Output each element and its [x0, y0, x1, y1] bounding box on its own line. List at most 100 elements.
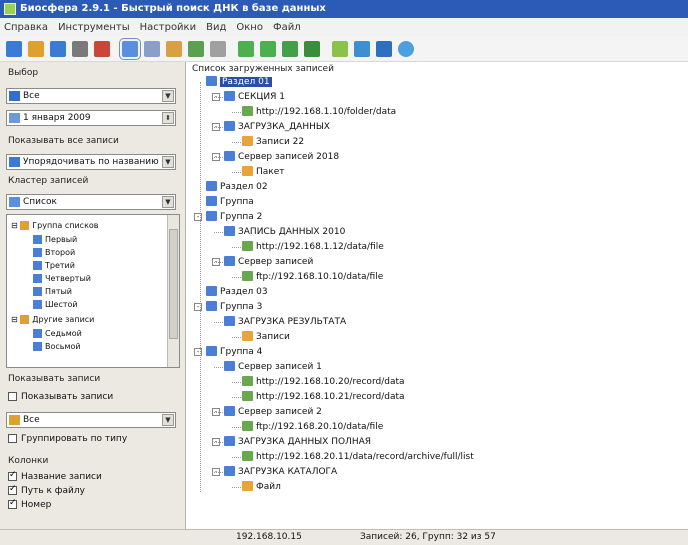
link-icon: [242, 391, 253, 401]
tree-connector: [232, 247, 241, 248]
tree-node[interactable]: http://192.168.1.10/folder/data: [242, 106, 396, 118]
cluster-tree-node[interactable]: Второй: [33, 248, 75, 257]
print-icon[interactable]: [72, 40, 88, 57]
tree-node[interactable]: Пакет: [242, 166, 285, 178]
tree-node[interactable]: ЗАПИСЬ ДАННЫХ 2010: [224, 226, 345, 238]
item-icon: [33, 261, 42, 270]
tree-green-1-icon[interactable]: [238, 40, 254, 57]
tree-node[interactable]: Раздел 01: [206, 76, 272, 88]
undo-icon[interactable]: [188, 40, 204, 57]
chevron-down-icon[interactable]: ▼: [162, 90, 174, 102]
tree-connector: [214, 127, 223, 128]
scrollbar-thumb[interactable]: [169, 229, 178, 339]
tree-node[interactable]: Раздел 03: [206, 286, 268, 298]
tree-node[interactable]: - Группа 4: [194, 346, 262, 358]
tree-node[interactable]: http://192.168.10.20/record/data: [242, 376, 405, 388]
filter-select[interactable]: Упорядочивать по названию ▼: [6, 154, 176, 170]
chevron-down-icon[interactable]: ▼: [162, 196, 174, 208]
filter-icon[interactable]: [332, 40, 348, 57]
copy-icon[interactable]: [144, 40, 160, 57]
tree-node[interactable]: - Сервер записей: [212, 256, 313, 268]
date-field[interactable]: 1 января 2009 ⬍: [6, 110, 176, 126]
title-bar: Биосфера 2.9.1 - Быстрый поиск ДНК в баз…: [0, 0, 688, 18]
tree-node[interactable]: Раздел 02: [206, 181, 268, 193]
link-icon: [242, 451, 253, 461]
tree-node-label: Сервер записей 1: [238, 362, 322, 372]
column-checkbox[interactable]: Путь к файлу: [8, 484, 85, 496]
tree-node-label: Раздел 03: [220, 287, 268, 297]
tree-node[interactable]: - Группа 3: [194, 301, 262, 313]
cluster-tree-node[interactable]: Седьмой: [33, 329, 82, 338]
menu-item-view[interactable]: Вид: [206, 22, 226, 33]
select-icon[interactable]: [119, 37, 141, 60]
tree-node[interactable]: http://192.168.1.12/data/file: [242, 241, 384, 253]
menu-item-window[interactable]: Окно: [236, 22, 263, 33]
app-icon: [4, 3, 16, 15]
tree-green-2-icon[interactable]: [260, 40, 276, 57]
tree-node[interactable]: Группа: [206, 196, 254, 208]
cut-icon[interactable]: [94, 40, 110, 57]
tree-node-label: Группа: [220, 197, 254, 207]
open-icon[interactable]: [28, 40, 44, 57]
cluster-tree-node[interactable]: Пятый: [33, 287, 72, 296]
tree-connector: [214, 367, 223, 368]
tree-node[interactable]: - ЗАГРУЗКА ДАННЫХ ПОЛНАЯ: [212, 436, 371, 448]
tree-node[interactable]: ЗАГРУЗКА РЕЗУЛЬТАТА: [224, 316, 346, 328]
help-icon[interactable]: [398, 40, 414, 57]
new-icon[interactable]: [6, 40, 22, 57]
tree-green-3-icon[interactable]: [282, 40, 298, 57]
show-records-checkbox[interactable]: Показывать записи: [8, 392, 113, 402]
cluster-tree-node[interactable]: Четвертый: [33, 274, 91, 283]
tree-connector: [232, 172, 241, 173]
tree-node[interactable]: Записи 22: [242, 136, 304, 148]
cluster-tree-node[interactable]: Восьмой: [33, 342, 81, 351]
tree-node[interactable]: ftp://192.168.20.10/data/file: [242, 421, 383, 433]
column-checkbox[interactable]: Название записи: [8, 470, 102, 482]
tree-node[interactable]: - СЕКЦИЯ 1: [212, 91, 285, 103]
tree-node[interactable]: http://192.168.10.21/record/data: [242, 391, 405, 403]
view-select[interactable]: Список ▼: [6, 194, 176, 210]
tree-connector: [232, 112, 241, 113]
zoom-icon[interactable]: [376, 40, 392, 57]
save-icon[interactable]: [50, 40, 66, 57]
tree-node[interactable]: http://192.168.20.11/data/record/archive…: [242, 451, 474, 463]
computer-icon: [9, 91, 20, 101]
cluster-tree-node[interactable]: Первый: [33, 235, 77, 244]
menu-item-tools[interactable]: Инструменты: [58, 22, 130, 33]
cluster-tree-node[interactable]: ⊟ Группа списков: [11, 221, 99, 230]
refresh-icon[interactable]: [354, 40, 370, 57]
sort-select[interactable]: Все ▼: [6, 412, 176, 428]
tree-node[interactable]: Файл: [242, 481, 281, 493]
tree-node[interactable]: Сервер записей 1: [224, 361, 322, 373]
spinner-icon[interactable]: ⬍: [162, 112, 174, 124]
tree-node[interactable]: - Сервер записей 2: [212, 406, 322, 418]
tree-node[interactable]: Записи: [242, 331, 290, 343]
chevron-down-icon[interactable]: ▼: [162, 156, 174, 168]
tree-connector: [232, 277, 241, 278]
tree-green-4-icon[interactable]: [304, 40, 320, 57]
column-checkbox[interactable]: Номер: [8, 498, 51, 510]
item-icon: [33, 274, 42, 283]
item-icon: [33, 287, 42, 296]
paste-icon[interactable]: [166, 40, 182, 57]
group-icon: [206, 181, 217, 191]
menu-item-file[interactable]: Файл: [273, 22, 301, 33]
group-icon: [206, 301, 217, 311]
cluster-tree-scrollbar[interactable]: [167, 215, 179, 367]
tree-node[interactable]: ftp://192.168.10.10/data/file: [242, 271, 383, 283]
menu-item-settings[interactable]: Настройки: [140, 22, 196, 33]
chevron-down-icon[interactable]: ▼: [162, 414, 174, 426]
source-select[interactable]: Все ▼: [6, 88, 176, 104]
tree-node[interactable]: - Сервер записей 2018: [212, 151, 340, 163]
cluster-tree-node[interactable]: ⊟ Другие записи: [11, 315, 94, 324]
cluster-tree-node[interactable]: Третий: [33, 261, 75, 270]
cluster-tree-node[interactable]: Шестой: [33, 300, 78, 309]
menu-item-help[interactable]: Справка: [4, 22, 48, 33]
tree-connector: [214, 322, 223, 323]
tree-node[interactable]: - Группа 2: [194, 211, 262, 223]
tree-node-label: Сервер записей 2018: [238, 152, 340, 162]
tree-node[interactable]: - ЗАГРУЗКА КАТАЛОГА: [212, 466, 337, 478]
tree-node[interactable]: - ЗАГРУЗКА_ДАННЫХ: [212, 121, 330, 133]
doc-icon[interactable]: [210, 40, 226, 57]
group-by-type-checkbox[interactable]: Группировать по типу: [8, 434, 127, 444]
